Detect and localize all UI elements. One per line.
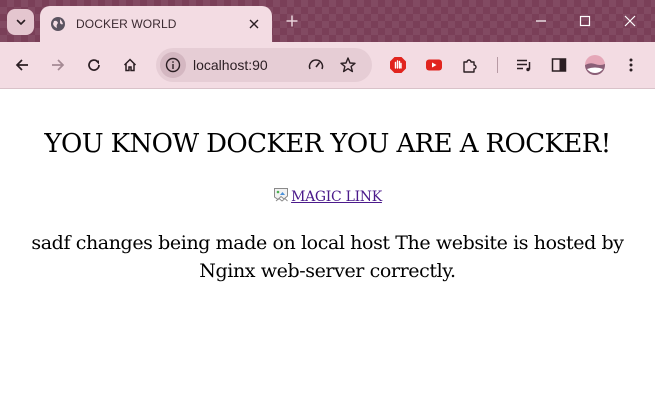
info-icon <box>165 57 181 73</box>
tab-search-button[interactable] <box>7 9 34 35</box>
reading-list-icon[interactable] <box>513 54 535 76</box>
page-content: YOU KNOW DOCKER YOU ARE A ROCKER! MAGIC … <box>0 89 655 403</box>
close-window-button[interactable] <box>619 10 641 32</box>
arrow-right-icon <box>52 59 65 71</box>
address-bar[interactable]: localhost:90 <box>156 48 372 82</box>
side-panel-icon[interactable] <box>548 54 570 76</box>
forward-button[interactable] <box>47 54 69 76</box>
page-paragraph: sadf changes being made on local host Th… <box>31 232 624 282</box>
more-vertical-icon <box>629 58 633 72</box>
bookmark-star-icon[interactable] <box>338 55 358 75</box>
adblock-extension-icon[interactable] <box>387 54 409 76</box>
extensions-puzzle-icon[interactable] <box>459 54 481 76</box>
magic-link-container: MAGIC LINK <box>0 187 655 205</box>
page-heading: YOU KNOW DOCKER YOU ARE A ROCKER! <box>44 129 611 159</box>
browser-tab[interactable]: DOCKER WORLD <box>40 6 272 42</box>
reload-button[interactable] <box>83 54 105 76</box>
browser-menu-button[interactable] <box>620 54 642 76</box>
reload-icon <box>88 59 100 71</box>
url-text[interactable]: localhost:90 <box>193 57 268 73</box>
chevron-down-icon <box>16 19 25 25</box>
magic-link-text: MAGIC LINK <box>291 189 382 205</box>
maximize-icon <box>579 15 591 27</box>
arrow-left-icon <box>15 59 28 71</box>
maximize-button[interactable] <box>574 10 596 32</box>
minimize-button[interactable] <box>530 10 552 32</box>
broken-image-icon <box>274 188 289 202</box>
back-button[interactable] <box>11 54 33 76</box>
performance-icon[interactable] <box>306 55 326 75</box>
home-button[interactable] <box>119 54 141 76</box>
close-tab-icon[interactable] <box>245 15 263 33</box>
site-info-button[interactable] <box>160 52 186 78</box>
magic-link[interactable]: MAGIC LINK <box>273 188 382 205</box>
video-extension-icon[interactable] <box>423 54 445 76</box>
browser-toolbar: localhost:90 <box>0 42 655 89</box>
toolbar-separator <box>497 57 498 73</box>
minimize-icon <box>536 20 546 22</box>
tab-title: DOCKER WORLD <box>76 17 177 31</box>
close-icon <box>624 15 636 27</box>
plus-icon <box>286 15 298 27</box>
profile-avatar[interactable] <box>584 54 606 76</box>
home-icon <box>123 58 137 72</box>
new-tab-button[interactable] <box>283 12 301 30</box>
browser-title-bar: DOCKER WORLD <box>0 0 655 42</box>
globe-icon <box>50 16 66 32</box>
